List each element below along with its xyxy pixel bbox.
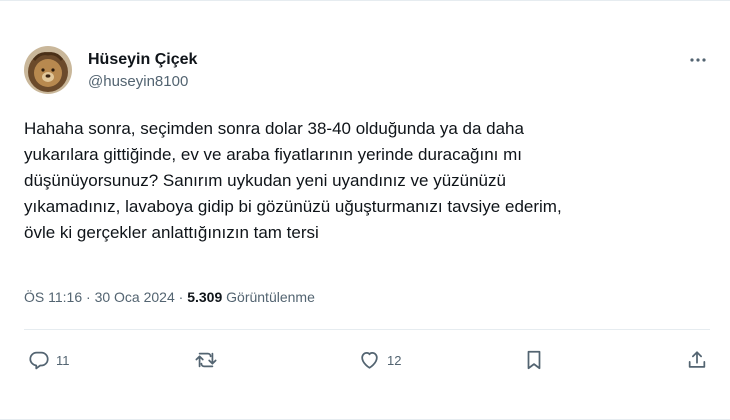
views-count: 5.309 bbox=[187, 289, 223, 305]
bookmark-icon bbox=[527, 350, 541, 370]
retweet-button[interactable] bbox=[194, 346, 224, 374]
author-names: Hüseyin Çiçek @huseyin8100 bbox=[88, 50, 197, 92]
reply-button[interactable]: 11 bbox=[28, 346, 70, 374]
meta-separator: · bbox=[174, 289, 188, 305]
share-icon bbox=[688, 351, 706, 368]
more-horizontal-icon bbox=[690, 58, 706, 62]
views-label: Görüntülenme bbox=[222, 289, 315, 305]
actions-divider bbox=[24, 329, 710, 330]
tweet-meta: ÖS 11:16 · 30 Oca 2024 · 5.309 Görüntüle… bbox=[24, 287, 315, 307]
tweet-time[interactable]: ÖS 11:16 bbox=[24, 289, 82, 305]
tweet-card: Hüseyin Çiçek @huseyin8100 Hahaha sonra,… bbox=[0, 0, 730, 420]
reply-count: 11 bbox=[56, 352, 70, 368]
meta-separator: · bbox=[82, 289, 95, 305]
reply-icon bbox=[29, 351, 49, 370]
share-button[interactable] bbox=[686, 346, 708, 374]
lion-avatar-icon bbox=[24, 46, 72, 94]
bookmark-button[interactable] bbox=[524, 346, 544, 374]
like-count: 12 bbox=[387, 352, 402, 368]
top-divider bbox=[0, 0, 730, 1]
retweet-icon bbox=[195, 352, 217, 368]
author-handle[interactable]: @huseyin8100 bbox=[88, 72, 197, 92]
more-options-button[interactable] bbox=[686, 48, 710, 72]
tweet-actions: 11 12 bbox=[0, 346, 730, 374]
heart-icon bbox=[361, 351, 378, 369]
avatar[interactable] bbox=[24, 46, 72, 94]
author-display-name[interactable]: Hüseyin Çiçek bbox=[88, 50, 197, 70]
tweet-text: Hahaha sonra, seçimden sonra dolar 38-40… bbox=[24, 119, 562, 242]
tweet-header: Hüseyin Çiçek @huseyin8100 bbox=[20, 44, 710, 100]
tweet-date[interactable]: 30 Oca 2024 bbox=[95, 289, 175, 305]
like-button[interactable]: 12 bbox=[358, 346, 401, 374]
